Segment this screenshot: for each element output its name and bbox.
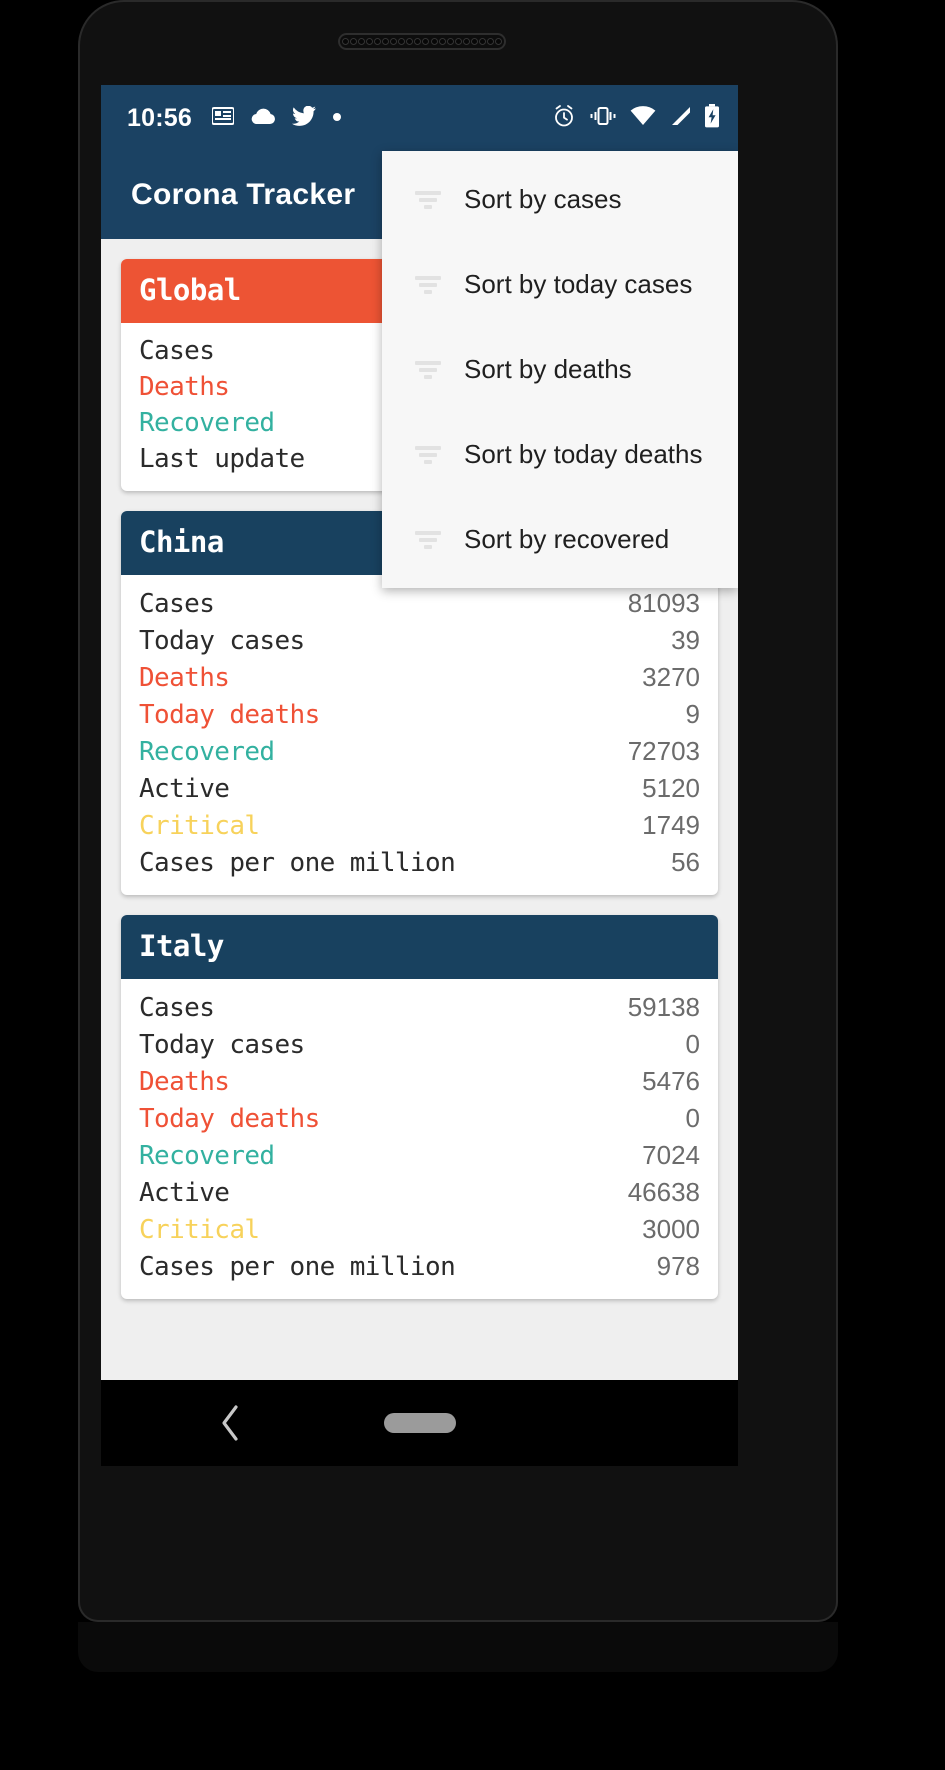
- vibrate-icon: [589, 105, 617, 132]
- menu-item-label: Sort by today deaths: [464, 439, 703, 469]
- chevron-left-icon: [222, 1405, 238, 1441]
- stat-label: Active: [139, 774, 230, 804]
- stat-row: Active 5120: [139, 770, 700, 807]
- cloud-icon: [250, 107, 276, 130]
- stat-value: 72703: [627, 736, 700, 766]
- stat-label: Cases: [139, 589, 215, 619]
- stat-row: Today cases 0: [139, 1026, 700, 1063]
- stat-label: Recovered: [139, 737, 275, 767]
- earpiece-speaker-grille: [338, 33, 506, 50]
- stat-value: 81093: [627, 588, 700, 618]
- stat-label: Deaths: [139, 1067, 230, 1097]
- status-bar-notification-icons: [210, 105, 342, 131]
- alarm-icon: [552, 104, 576, 133]
- menu-item-sort-3[interactable]: Sort by today deaths: [382, 412, 738, 497]
- stat-label: Critical: [139, 1215, 260, 1245]
- stat-label: Active: [139, 1178, 230, 1208]
- stat-value: 0: [685, 1103, 700, 1133]
- card-title: Italy: [121, 915, 718, 979]
- menu-item-label: Sort by deaths: [464, 354, 632, 384]
- stat-value: 39: [671, 625, 700, 655]
- stat-label: Cases per one million: [139, 848, 456, 878]
- menu-item-label: Sort by cases: [464, 184, 622, 214]
- stat-row: Today cases 39: [139, 622, 700, 659]
- stat-value: 7024: [642, 1140, 700, 1170]
- stat-value: 978: [656, 1251, 700, 1281]
- page-title: Corona Tracker: [131, 178, 356, 211]
- sort-icon: [400, 187, 456, 213]
- stat-row: Critical 3000: [139, 1211, 700, 1248]
- stat-value: 1749: [642, 810, 700, 840]
- stat-row: Deaths 5476: [139, 1063, 700, 1100]
- stat-row: Active 46638: [139, 1174, 700, 1211]
- card-stats: Cases 81093 Today cases 39 Deaths 3270 Today d…: [121, 575, 718, 895]
- stat-value: 5120: [642, 773, 700, 803]
- status-bar-clock: 10:56: [127, 103, 192, 132]
- stat-label: Cases: [139, 336, 215, 366]
- stat-value: 59138: [627, 992, 700, 1022]
- menu-item-sort-4[interactable]: Sort by recovered: [382, 497, 738, 582]
- card-stats: Cases 59138 Today cases 0 Deaths 5476 Today de…: [121, 979, 718, 1299]
- stat-label: Cases: [139, 993, 215, 1023]
- news-icon: [210, 106, 235, 130]
- stat-label: Last update: [139, 444, 305, 474]
- stat-row: Cases 81093: [139, 585, 700, 622]
- sort-icon: [400, 442, 456, 468]
- stat-row: Recovered 72703: [139, 733, 700, 770]
- country-card[interactable]: Italy Cases 59138 Today cases 0 Deaths 5476 Tod…: [121, 915, 718, 1299]
- twitter-icon: [291, 105, 316, 131]
- stat-row: Today deaths 0: [139, 1100, 700, 1137]
- sort-overflow-menu[interactable]: Sort by cases Sort by today cases Sort by …: [382, 151, 738, 588]
- sort-icon: [400, 527, 456, 553]
- stat-label: Today deaths: [139, 700, 320, 730]
- sort-icon: [400, 272, 456, 298]
- menu-item-sort-0[interactable]: Sort by cases: [382, 157, 738, 242]
- phone-device: 10:56 Corona Tracker Global Cases Deaths…: [0, 0, 945, 1770]
- signal-icon: [669, 106, 691, 131]
- home-indicator-pill[interactable]: [384, 1413, 456, 1433]
- wifi-icon: [630, 105, 656, 131]
- menu-item-sort-1[interactable]: Sort by today cases: [382, 242, 738, 327]
- stat-row: Recovered 7024: [139, 1137, 700, 1174]
- status-bar: 10:56: [101, 85, 738, 151]
- stat-value: 3000: [642, 1214, 700, 1244]
- stat-row: Cases per one million 56: [139, 844, 700, 881]
- stat-row: Deaths 3270: [139, 659, 700, 696]
- stat-label: Deaths: [139, 663, 230, 693]
- sort-icon: [415, 445, 441, 464]
- stat-label: Today cases: [139, 1030, 305, 1060]
- stat-label: Today deaths: [139, 1104, 320, 1134]
- stat-label: Recovered: [139, 408, 275, 438]
- stat-label: Today cases: [139, 626, 305, 656]
- menu-item-label: Sort by today cases: [464, 269, 693, 299]
- sort-icon: [415, 190, 441, 209]
- sort-icon: [415, 360, 441, 379]
- phone-chin: [78, 1622, 838, 1770]
- stat-label: Recovered: [139, 1141, 275, 1171]
- menu-item-label: Sort by recovered: [464, 524, 670, 554]
- stat-row: Critical 1749: [139, 807, 700, 844]
- phone-screen: 10:56 Corona Tracker Global Cases Deaths…: [101, 85, 738, 1380]
- stat-label: Deaths: [139, 372, 230, 402]
- stat-value: 46638: [627, 1177, 700, 1207]
- stat-value: 9: [685, 699, 700, 729]
- sort-icon: [415, 530, 441, 549]
- sort-icon: [400, 357, 456, 383]
- status-bar-system-icons: [552, 103, 720, 133]
- stat-label: Cases per one million: [139, 1252, 456, 1282]
- system-navigation-bar: [101, 1380, 738, 1466]
- stat-value: 0: [685, 1029, 700, 1059]
- stat-value: 3270: [642, 662, 700, 692]
- stat-row: Cases per one million 978: [139, 1248, 700, 1285]
- menu-item-sort-2[interactable]: Sort by deaths: [382, 327, 738, 412]
- stat-row: Cases 59138: [139, 989, 700, 1026]
- stat-row: Today deaths 9: [139, 696, 700, 733]
- stat-value: 56: [671, 847, 700, 877]
- dot-icon: [332, 109, 342, 127]
- stat-value: 5476: [642, 1066, 700, 1096]
- battery-charging-icon: [704, 103, 720, 133]
- stat-label: Critical: [139, 811, 260, 841]
- back-button[interactable]: [206, 1398, 256, 1448]
- sort-icon: [415, 275, 441, 294]
